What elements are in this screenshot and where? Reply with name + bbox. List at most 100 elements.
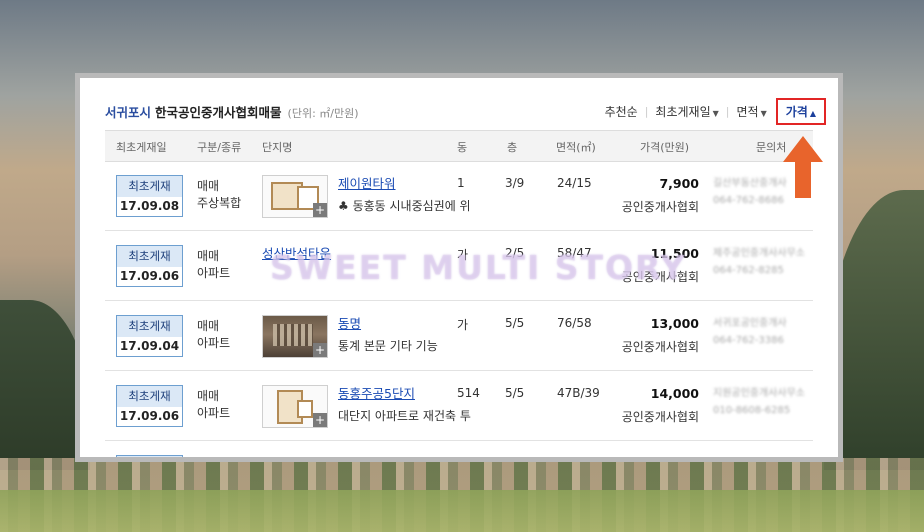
deal-type: 매매	[197, 249, 220, 263]
col-complex: 단지명	[262, 141, 293, 154]
sort-first-posted-label: 최초게재일	[655, 105, 711, 119]
contact-office: 지원공인중개사사무소	[713, 388, 805, 399]
sort-first-posted[interactable]: 최초게재일 ▼	[652, 99, 721, 124]
sort-divider: |	[725, 105, 730, 118]
property-type: 아파트	[197, 266, 231, 280]
sort-area-label: 면적	[736, 105, 759, 119]
property-type: 아파트	[197, 406, 231, 420]
dong-cell: 514	[457, 386, 480, 400]
col-floor: 층	[507, 141, 518, 154]
dong-cell: 1	[457, 176, 465, 190]
complex-name-link[interactable]: 동명	[338, 313, 361, 332]
listing-description: 통계 본문 기타 기능	[338, 339, 438, 353]
first-posted-badge	[116, 455, 183, 457]
floor-cell: 5/5	[505, 316, 525, 330]
building-windows	[273, 324, 313, 346]
contact-phone: 064-762-3386	[713, 335, 784, 346]
floorplan-thumbnail[interactable]: +	[262, 385, 328, 428]
complex-name-link[interactable]: 성산반석타운	[262, 243, 331, 262]
deal-type: 매매	[197, 389, 220, 403]
table-row[interactable]: 최초게재 17.09.06 매매 아파트 + 동홍주공5단지 대단지 아파트로 …	[105, 371, 813, 441]
col-category: 구분/종류	[197, 141, 242, 154]
area-cell: 24/15	[557, 176, 592, 190]
property-type: 주상복합	[197, 196, 242, 210]
sort-divider: |	[644, 105, 649, 118]
listing-header: 서귀포시 한국공인중개사협회매물 (단위: ㎡/만원) 추천순 | 최초게재일 ▼ |…	[105, 98, 826, 125]
dong-cell: 가	[457, 318, 469, 332]
agent-cell: 공인중개사협회	[621, 340, 699, 354]
agent-cell: 공인중개사협회	[621, 270, 699, 284]
area-cell: 76/58	[557, 316, 592, 330]
dong-cell: 가	[457, 248, 469, 262]
area-cell: 47B/39	[557, 386, 600, 400]
caret-down-icon: ▼	[760, 109, 767, 118]
listing-description: 대단지 아파트로 재건축 투	[338, 409, 471, 423]
badge-label: 최초게재	[117, 246, 182, 267]
listing-description: ♣ 동홍동 시내중심권에 위	[338, 199, 471, 213]
contact-office: 서귀포공인중개사	[713, 318, 787, 329]
table-row[interactable]: 최초게재 17.09.06 매매 아파트 성산반석타운 가 2/5 58/47 …	[105, 231, 813, 301]
sort-recommended[interactable]: 추천순	[602, 99, 641, 124]
first-posted-badge: 최초게재 17.09.06	[116, 385, 183, 427]
listing-title: 서귀포시 한국공인중개사협회매물 (단위: ㎡/만원)	[105, 102, 359, 121]
region-label: 서귀포시	[105, 105, 152, 120]
sort-price-label: 가격	[785, 105, 808, 119]
contact-office: 길산부동산중개사	[713, 178, 787, 189]
category-cell: 매매 아파트	[197, 248, 230, 282]
association-label: 한국공인중개사협회매물	[155, 105, 282, 120]
unit-label: (단위: ㎡/만원)	[287, 107, 359, 120]
complex-name-link[interactable]: 동홍주공5단지	[338, 383, 415, 402]
first-posted-badge: 최초게재 17.09.04	[116, 315, 183, 357]
floor-cell: 3/9	[505, 176, 525, 190]
property-type: 아파트	[197, 336, 231, 350]
col-contact: 문의처	[756, 141, 787, 154]
col-dong: 동	[457, 141, 468, 154]
complex-name-link[interactable]: 제이원타워	[338, 173, 396, 192]
price-cell: 14,000	[650, 386, 699, 401]
badge-date: 17.09.06	[117, 267, 182, 286]
caret-down-icon: ▼	[712, 109, 719, 118]
red-arrow-up-icon	[783, 136, 823, 198]
sort-area[interactable]: 면적 ▼	[734, 99, 770, 124]
category-cell: 매매 아파트	[197, 318, 230, 352]
badge-date: 17.09.04	[117, 337, 182, 356]
sort-bar: 추천순 | 최초게재일 ▼ | 면적 ▼ 가격 ▲	[602, 98, 826, 125]
badge-label	[117, 456, 182, 457]
floorplan-thumbnail[interactable]: +	[262, 175, 328, 218]
category-cell: 매매 아파트	[197, 388, 230, 422]
contact-cell: 지원공인중개사사무소 010-8608-6285	[713, 385, 805, 419]
area-cell: 58/47	[557, 246, 592, 260]
table-header: 최초게재일 구분/종류 단지명 동 층 면적(㎡) 가격(만원) 문의처	[105, 130, 813, 162]
floorplan-shape	[297, 400, 313, 418]
contact-cell: 제주공인중개사사무소 064-762-8285	[713, 245, 805, 279]
contact-cell: 길산부동산중개사 064-762-8686	[713, 175, 793, 209]
contact-phone: 064-762-8285	[713, 265, 784, 276]
price-cell: 11,500	[650, 246, 699, 261]
zoom-plus-icon[interactable]: +	[313, 203, 327, 217]
contact-phone: 010-8608-6285	[713, 405, 791, 416]
badge-label: 최초게재	[117, 316, 182, 337]
floor-cell: 2/5	[505, 246, 525, 260]
badge-label: 최초게재	[117, 386, 182, 407]
first-posted-badge: 최초게재 17.09.08	[116, 175, 183, 217]
caret-up-icon: ▲	[809, 109, 816, 118]
table-row[interactable]: 최초게재 17.09.08 매매 주상복합 + 제이원타워 ♣ 동홍동 시내중심…	[105, 161, 813, 231]
col-price: 가격(만원)	[640, 141, 690, 154]
sort-price[interactable]: 가격 ▲	[775, 98, 826, 125]
contact-phone: 064-762-8686	[713, 195, 784, 206]
agent-cell: 공인중개사협회	[621, 410, 699, 424]
badge-label: 최초게재	[117, 176, 182, 197]
zoom-plus-icon[interactable]: +	[313, 343, 327, 357]
table-row-partial[interactable]	[105, 441, 813, 457]
building-photo-thumbnail[interactable]: +	[262, 315, 328, 358]
category-cell: 매매 주상복합	[197, 178, 241, 212]
zoom-plus-icon[interactable]: +	[313, 413, 327, 427]
table-row[interactable]: 최초게재 17.09.04 매매 아파트 + 동명 통계 본문 기타 기능 가 …	[105, 301, 813, 371]
col-first-posted: 최초게재일	[116, 141, 167, 154]
deal-type: 매매	[197, 319, 220, 333]
badge-date: 17.09.08	[117, 197, 182, 216]
deal-type: 매매	[197, 179, 220, 193]
col-area: 면적(㎡)	[556, 141, 596, 154]
sort-recommended-label: 추천순	[604, 105, 638, 119]
price-cell: 13,000	[650, 316, 699, 331]
